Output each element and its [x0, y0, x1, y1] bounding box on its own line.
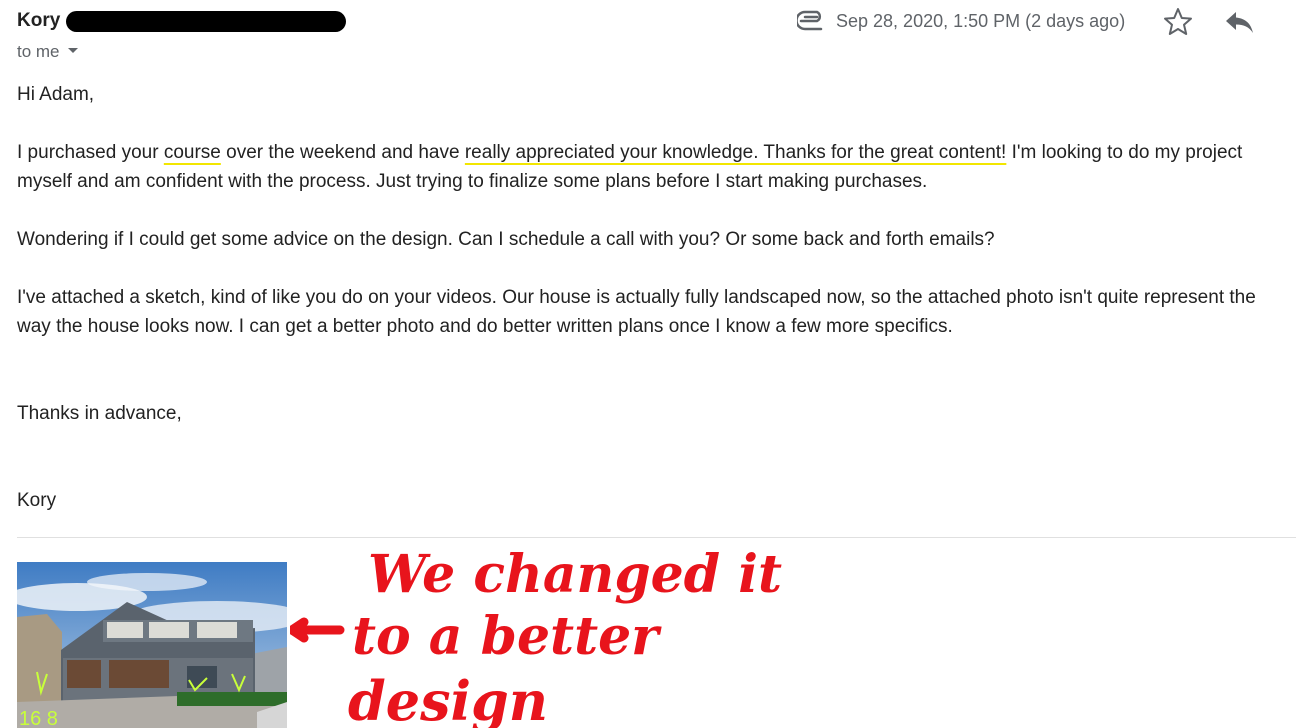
paragraph-1-line-1: I purchased your course over the weekend…: [17, 138, 1296, 167]
signature: Kory: [17, 490, 57, 511]
text-span: I purchased your: [17, 142, 164, 163]
annotation-line-1: We changed it: [368, 544, 782, 605]
paragraph-2: Wondering if I could get some advice on …: [17, 229, 995, 250]
text-span: I'm looking to do my project: [1006, 142, 1243, 163]
chevron-down-icon[interactable]: [67, 48, 78, 54]
email-header: Kory to me Sep 28, 2020, 1:50 PM (2 days…: [0, 0, 1296, 70]
email-body: Hi Adam, I purchased your course over th…: [17, 80, 1296, 515]
annotation-line-2: to a better: [352, 606, 662, 667]
paragraph-3-line-1: I've attached a sketch, kind of like you…: [17, 287, 1256, 308]
paperclip-icon: [797, 10, 823, 31]
highlighted-text: really appreciated your knowledge. Thank…: [464, 142, 1007, 163]
paragraph-3-line-2: way the house looks now. I can get a bet…: [17, 316, 953, 337]
sender-name[interactable]: Kory: [17, 10, 60, 32]
email-date: Sep 28, 2020, 1:50 PM (2 days ago): [836, 11, 1126, 31]
recipient-dropdown[interactable]: to me: [17, 42, 78, 62]
greeting: Hi Adam,: [17, 84, 95, 105]
redacted-email-address: [66, 11, 346, 32]
recipient-label: to me: [17, 42, 60, 61]
annotation-line-3: design: [348, 669, 548, 728]
attachment-divider: [17, 537, 1296, 538]
paragraph-1-line-2: myself and am confident with the process…: [17, 171, 928, 192]
thumbnail-sketch-marks: 16 8: [19, 708, 58, 728]
highlighted-text: course: [163, 142, 221, 163]
text-span: over the weekend and have: [220, 142, 465, 163]
attachment-thumbnail[interactable]: 16 8: [17, 562, 287, 728]
handwritten-annotation: We changed it to a better design: [290, 544, 782, 728]
star-icon[interactable]: [1162, 6, 1194, 38]
closing: Thanks in advance,: [17, 403, 182, 424]
reply-arrow-icon[interactable]: [1222, 6, 1256, 38]
arrow-icon: [290, 617, 345, 643]
